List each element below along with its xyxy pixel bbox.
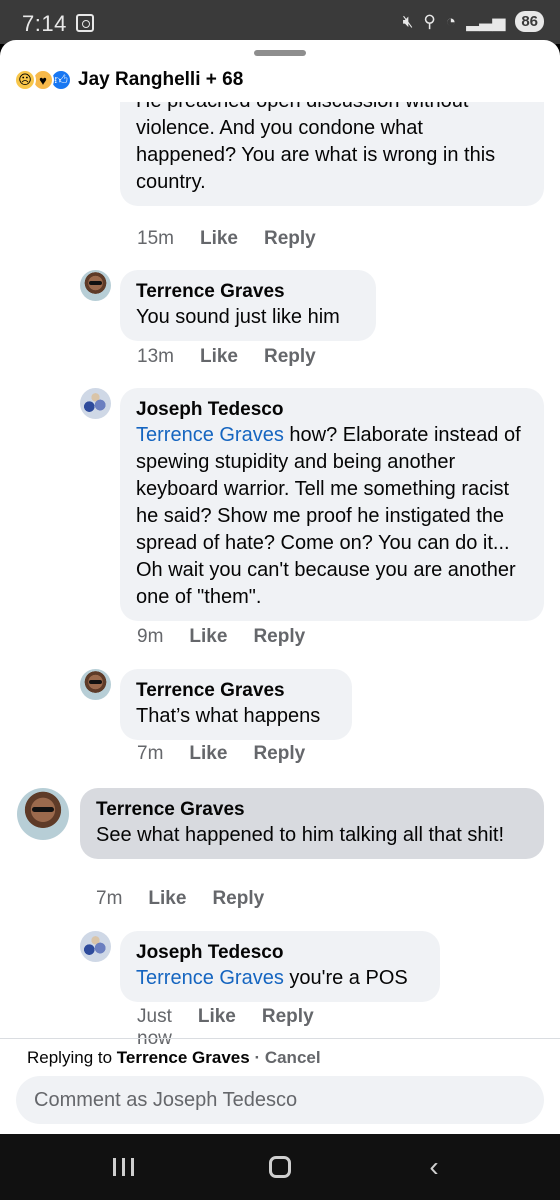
comment-actions: 7m Like Reply [96,888,264,910]
mention-link[interactable]: Terrence Graves [136,424,284,446]
like-link[interactable]: Like [200,228,238,250]
wifi-icon: ◔ [445,11,457,31]
comment-author[interactable]: Joseph Tedesco [136,398,528,422]
screenshot-icon [76,14,94,32]
sad-reaction-icon: ☹ [14,69,36,91]
status-time: 7:14 [22,11,67,36]
signal-icon: ▂▃▅ [466,11,506,31]
comment-time[interactable]: 13m [137,346,174,368]
location-icon: ⚲ [423,11,436,31]
comment-text: See what happened to him talking all tha… [96,824,505,846]
avatar[interactable] [80,669,111,700]
status-icons: 🔇︎ ⚲ ◔ ▂▃▅ 86 [403,11,544,32]
reply-link[interactable]: Reply [253,626,305,648]
reply-link[interactable]: Reply [212,888,264,910]
reactions-summary[interactable]: Jay Ranghelli + 68 [78,69,243,91]
drag-handle[interactable] [254,50,306,56]
comment-time[interactable]: 9m [137,626,163,648]
comment-actions: 15m Like Reply [137,228,316,250]
battery-icon: 86 [515,11,544,32]
comment-text-body: you're a POS [283,967,408,989]
replying-prefix: Replying to [27,1048,117,1067]
comment-list[interactable]: He preached open discussion without viol… [0,102,560,1082]
comment-text: That’s what happens [136,705,321,727]
reply-link[interactable]: Reply [253,743,305,765]
comment-text-body: how? Elaborate instead of spewing stupid… [136,424,521,608]
comment-author[interactable]: Terrence Graves [96,798,528,822]
replying-target[interactable]: Terrence Graves [117,1048,250,1067]
avatar[interactable] [80,388,111,419]
comment-bubble[interactable]: He preached open discussion without viol… [120,102,544,206]
mute-icon: 🔇︎ [402,11,414,31]
status-bar: 7:14 🔇︎ ⚲ ◔ ▂▃▅ 86 [0,0,560,44]
comment-bubble[interactable]: Joseph Tedesco Terrence Graves you're a … [120,931,440,1002]
comment-time[interactable]: 15m [137,228,174,250]
comment-bubble[interactable]: Terrence Graves That’s what happens [120,669,352,740]
comment-input[interactable] [16,1076,544,1124]
comment-time[interactable]: 7m [137,743,163,765]
reply-link[interactable]: Reply [264,346,316,368]
navigation-bar: ‹ [0,1134,560,1200]
separator: · [249,1048,265,1067]
comment-bubble[interactable]: Joseph Tedesco Terrence Graves how? Elab… [120,388,544,621]
like-link[interactable]: Like [189,626,227,648]
cancel-reply-button[interactable]: Cancel [265,1048,321,1067]
comment-author[interactable]: Terrence Graves [136,280,360,304]
back-icon[interactable]: ‹ [414,1151,454,1182]
comment-actions: 13m Like Reply [137,346,316,368]
comment-actions: 9m Like Reply [137,626,305,648]
like-link[interactable]: Like [200,346,238,368]
mention-link[interactable]: Terrence Graves [136,967,284,989]
comment-bubble-selected[interactable]: Terrence Graves See what happened to him… [80,788,544,859]
comment-author[interactable]: Joseph Tedesco [136,941,424,965]
comment-text: He preached open discussion without viol… [136,102,496,193]
comment-bubble[interactable]: Terrence Graves You sound just like him [120,270,376,341]
comments-sheet: ☹ ♥ 👍︎ Jay Ranghelli + 68 He preached op… [0,40,560,1134]
reactions-header[interactable]: ☹ ♥ 👍︎ Jay Ranghelli + 68 [14,66,243,94]
reply-link[interactable]: Reply [264,228,316,250]
comment-actions: 7m Like Reply [137,743,305,765]
like-link[interactable]: Like [189,743,227,765]
home-icon[interactable] [260,1152,300,1182]
comment-text: Terrence Graves you're a POS [136,965,424,992]
avatar[interactable] [17,788,69,840]
comment-author[interactable]: Terrence Graves [136,679,336,703]
comment-time[interactable]: 7m [96,888,122,910]
comment-text: You sound just like him [136,306,340,328]
comment-text: Terrence Graves how? Elaborate instead o… [136,422,528,611]
replying-to-bar: Replying to Terrence Graves · Cancel [0,1038,560,1074]
avatar[interactable] [80,270,111,301]
like-link[interactable]: Like [148,888,186,910]
recents-icon[interactable] [103,1152,143,1182]
avatar[interactable] [80,931,111,962]
